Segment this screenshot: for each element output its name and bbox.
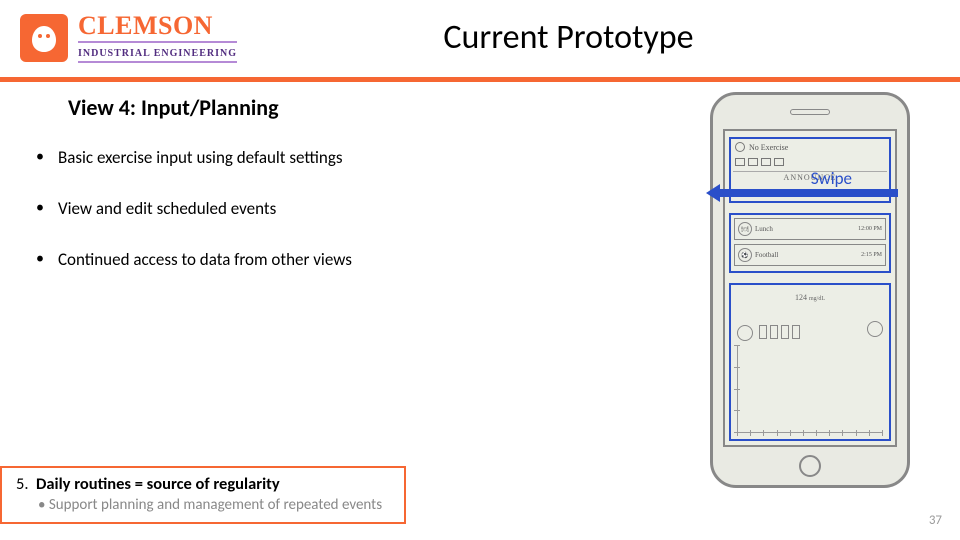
radio-icon [735,142,745,152]
slide-title: Current Prototype [197,17,940,58]
header: CLEMSON INDUSTRIAL ENGINEERING Current P… [0,0,960,75]
glucose-reading: 124 mg/dL [795,293,825,302]
nav-right-icon [867,321,883,337]
panel-events: 🍽 Lunch 12:00 PM ⚽ Football 2:15 PM [729,213,891,273]
panel-graph: 124 mg/dL [729,283,891,441]
sport-icon: ⚽ [738,248,752,262]
meal-icon: 🍽 [738,222,752,236]
home-button-icon [799,455,821,477]
phone-sketch: No Exercise ANNOUNCE 🍽 Lunch 12:00 PM ⚽ … [710,92,910,488]
phone-speaker-icon [790,109,830,115]
page-number: 37 [929,513,942,528]
event-row: ⚽ Football 2:15 PM [734,244,886,266]
callout-title: 5. Daily routines = source of regularity [16,474,382,494]
input-label: No Exercise [749,143,788,152]
swipe-arrow-icon [706,190,898,198]
bar-group [759,325,800,339]
callout-sub: Support planning and management of repea… [16,496,382,514]
callout-box: 5. Daily routines = source of regularity… [0,466,406,524]
swipe-label: Swipe [811,168,852,189]
nav-left-icon [737,325,753,341]
graph-axes [737,345,883,433]
event-row: 🍽 Lunch 12:00 PM [734,218,886,240]
clemson-paw-icon [20,14,68,62]
